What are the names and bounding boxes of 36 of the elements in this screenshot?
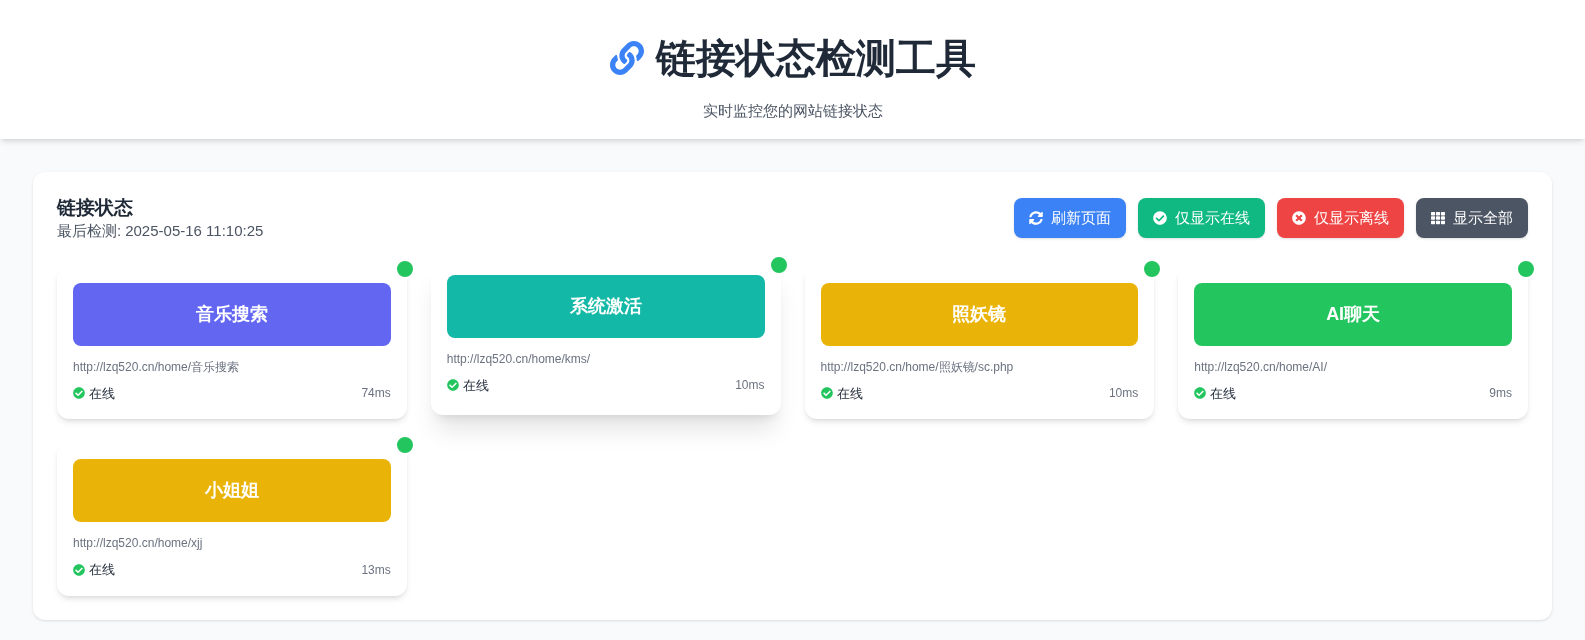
last-check-label: 最后检测: [57, 221, 122, 241]
latency-text: 74ms [361, 385, 391, 403]
site-name-banner: 音乐搜索 [73, 282, 391, 346]
filter-button[interactable]: 显示全部 [1416, 198, 1528, 238]
link-card[interactable]: 小姐姐 http://lzq520.cn/home/xjj 在线 13ms [57, 443, 407, 596]
page-title: 链接状态检测工具 [655, 35, 976, 82]
link-icon [609, 41, 644, 75]
site-url: http://lzq520.cn/home/xjj [73, 535, 204, 552]
refresh-icon [1029, 211, 1043, 225]
filter-button[interactable]: 刷新页面 [1014, 198, 1126, 238]
latency-text: 9ms [1489, 385, 1512, 403]
page-subtitle: 实时监控您的网站链接状态 [702, 101, 883, 121]
last-check-time: 2025-05-16 11:10:25 [125, 221, 264, 241]
link-card[interactable]: AI聊天 http://lzq520.cn/home/AI/ 在线 9ms [1178, 266, 1528, 419]
status-text: 在线 [462, 376, 489, 395]
status-text: 在线 [1210, 384, 1237, 403]
latency-text: 10ms [1108, 385, 1139, 403]
site-name-banner: 照妖镜 [820, 282, 1139, 346]
latency-text: 10ms [735, 377, 765, 395]
site-name-banner: 小姐姐 [73, 459, 391, 522]
grid-icon [1431, 211, 1445, 225]
site-url: http://lzq520.cn/home/kms/ [446, 350, 592, 368]
link-card[interactable]: 音乐搜索 http://lzq520.cn/home/音乐搜索 在线 74ms [57, 266, 407, 419]
site-url: http://lzq520.cn/home/AI/ [1194, 358, 1328, 376]
site-name-banner: AI聊天 [1194, 282, 1512, 346]
site-name-banner: 系统激活 [446, 274, 765, 338]
status-text: 在线 [836, 384, 863, 403]
site-url: http://lzq520.cn/home/音乐搜索 [73, 358, 241, 376]
link-card[interactable]: 照妖镜 http://lzq520.cn/home/照妖镜/sc.php 在线 10ms [804, 266, 1155, 419]
site-url: http://lzq520.cn/home/照妖镜/sc.php [820, 358, 1015, 376]
status-text: 在线 [89, 561, 115, 579]
link-card[interactable]: 系统激活 http://lzq520.cn/home/kms/ 在线 10ms [430, 262, 781, 415]
filter-button[interactable]: 仅显示离线 [1277, 198, 1404, 238]
latency-text: 13ms [361, 561, 391, 579]
status-text: 在线 [89, 384, 115, 403]
panel-title: 链接状态 [57, 196, 134, 220]
